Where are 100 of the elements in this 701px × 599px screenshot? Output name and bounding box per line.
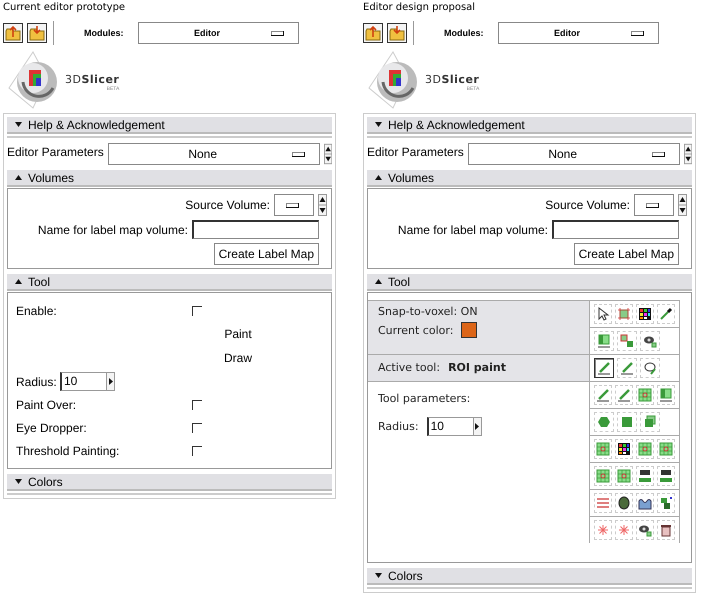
source-volume-label: Source Volume: [185,198,270,212]
logo-text: 3DSlicer [425,72,480,86]
gradient-icon [596,333,612,349]
block-icon [619,414,635,430]
dropdown-indicator-icon [270,31,284,36]
section-header[interactable]: Colors [7,474,332,491]
create-label-map-button[interactable]: Create Label Map [214,243,319,265]
label-map-name-field[interactable] [552,220,679,239]
parameters-dropdown[interactable]: None [468,143,680,165]
grid-icon [637,387,653,403]
module-dropdown[interactable]: Editor [498,22,658,44]
arrow-right-icon [108,378,112,385]
triangle-icon [375,175,382,180]
filter-icon [658,468,674,484]
folder-icon [5,25,21,41]
dropdown-indicator-icon [286,203,299,208]
caption: Current editor prototype [3,2,126,15]
filter-icon [637,468,653,484]
triangle-icon [375,279,382,284]
module-dropdown[interactable]: Editor [138,22,298,44]
blob-icon [616,495,632,511]
eyedropper-icon [658,306,674,322]
section-header[interactable]: Help & Acknowledgement [7,117,332,134]
spark-icon [616,522,632,538]
section-header[interactable]: Volumes [7,170,332,187]
dropdown-indicator-icon [630,31,644,36]
current-color-label: Current color: [378,324,454,336]
grid-icon [595,441,611,457]
swatches-icon [616,441,632,457]
folder-icon [29,25,45,41]
triangle-icon [375,122,382,127]
gradient-icon [658,387,674,403]
hexagon-icon [596,414,612,430]
create-label-map-button[interactable]: Create Label Map [574,243,679,265]
active-tool-name: ROI paint [448,361,506,374]
radius-label: Radius: [16,374,58,388]
squares-icon [619,333,635,349]
triangle-icon [15,479,22,484]
grid-icon [637,441,653,457]
label-map-name-label: Name for label map volume: [38,222,188,236]
triangle-icon [375,573,382,578]
checkbox-label: Eye Dropper: [16,420,88,434]
tool-button[interactable] [594,358,614,378]
section-header[interactable]: Volumes [367,170,692,187]
toolbar-button[interactable] [3,23,23,43]
color-swatch[interactable] [461,322,478,338]
toolbar-button[interactable] [363,23,383,43]
spinner-arrows-icon[interactable] [684,143,692,165]
source-volume-label: Source Volume: [545,198,630,212]
spark-icon [595,522,611,538]
number-field[interactable]: 10 [426,417,482,436]
folder-icon [365,25,381,41]
folder-icon [389,25,405,41]
grid-icon [658,441,674,457]
label-map-name-field[interactable] [192,220,319,239]
pencil-icon [596,360,612,376]
section-header[interactable]: Tool [7,274,332,291]
checkbox-label: Paint Over: [16,398,78,412]
section-header[interactable]: Tool [367,274,692,291]
crosshair-icon [616,306,632,322]
triangle-icon [15,122,22,127]
snap-status: Snap-to-voxel: ON [378,305,479,318]
checkbox-label: Enable: [16,304,58,318]
toolbar-button[interactable] [387,23,407,43]
cube-icon [642,414,658,430]
triangle-icon [15,175,22,180]
logo-text: 3DSlicer [65,72,120,86]
spinner-arrows-icon[interactable] [324,143,332,165]
label-map-name-label: Name for label map volume: [398,222,548,236]
swatches-icon [637,306,653,322]
pencil-icon [595,387,611,403]
checkbox-label: Threshold Painting: [16,444,120,458]
spinner-arrows-icon[interactable] [678,194,687,216]
radius-label: Radius: [378,420,419,433]
arrow-right-icon [475,423,480,430]
trash-icon [658,522,674,538]
tool-option[interactable]: Draw [224,346,252,370]
section-header[interactable]: Help & Acknowledgement [367,117,692,134]
pencil-icon [619,360,635,376]
section-header[interactable]: Colors [367,568,692,585]
tool-parameters-label: Tool parameters: [378,392,472,405]
modules-label: Modules: [84,28,124,38]
active-tool-label: Active tool: [378,361,440,374]
parameters-dropdown[interactable]: None [108,143,320,165]
spinner-arrows-icon[interactable] [318,194,327,216]
modules-label: Modules: [444,28,484,38]
dropdown-indicator-icon [646,203,659,208]
tool-option[interactable]: Paint [224,322,252,346]
stack-icon [658,495,674,511]
grid-icon [616,468,632,484]
number-field[interactable]: 10 [60,372,115,391]
dropdown-indicator-icon [292,152,305,157]
grid-icon [595,468,611,484]
pencil-icon [616,387,632,403]
caption: Editor design proposal [363,2,476,15]
parameters-label: Editor Parameters [7,145,104,159]
parameters-label: Editor Parameters [367,145,464,159]
toolbar-button[interactable] [27,23,47,43]
lasso-icon [642,360,658,376]
triangle-icon [15,279,22,284]
